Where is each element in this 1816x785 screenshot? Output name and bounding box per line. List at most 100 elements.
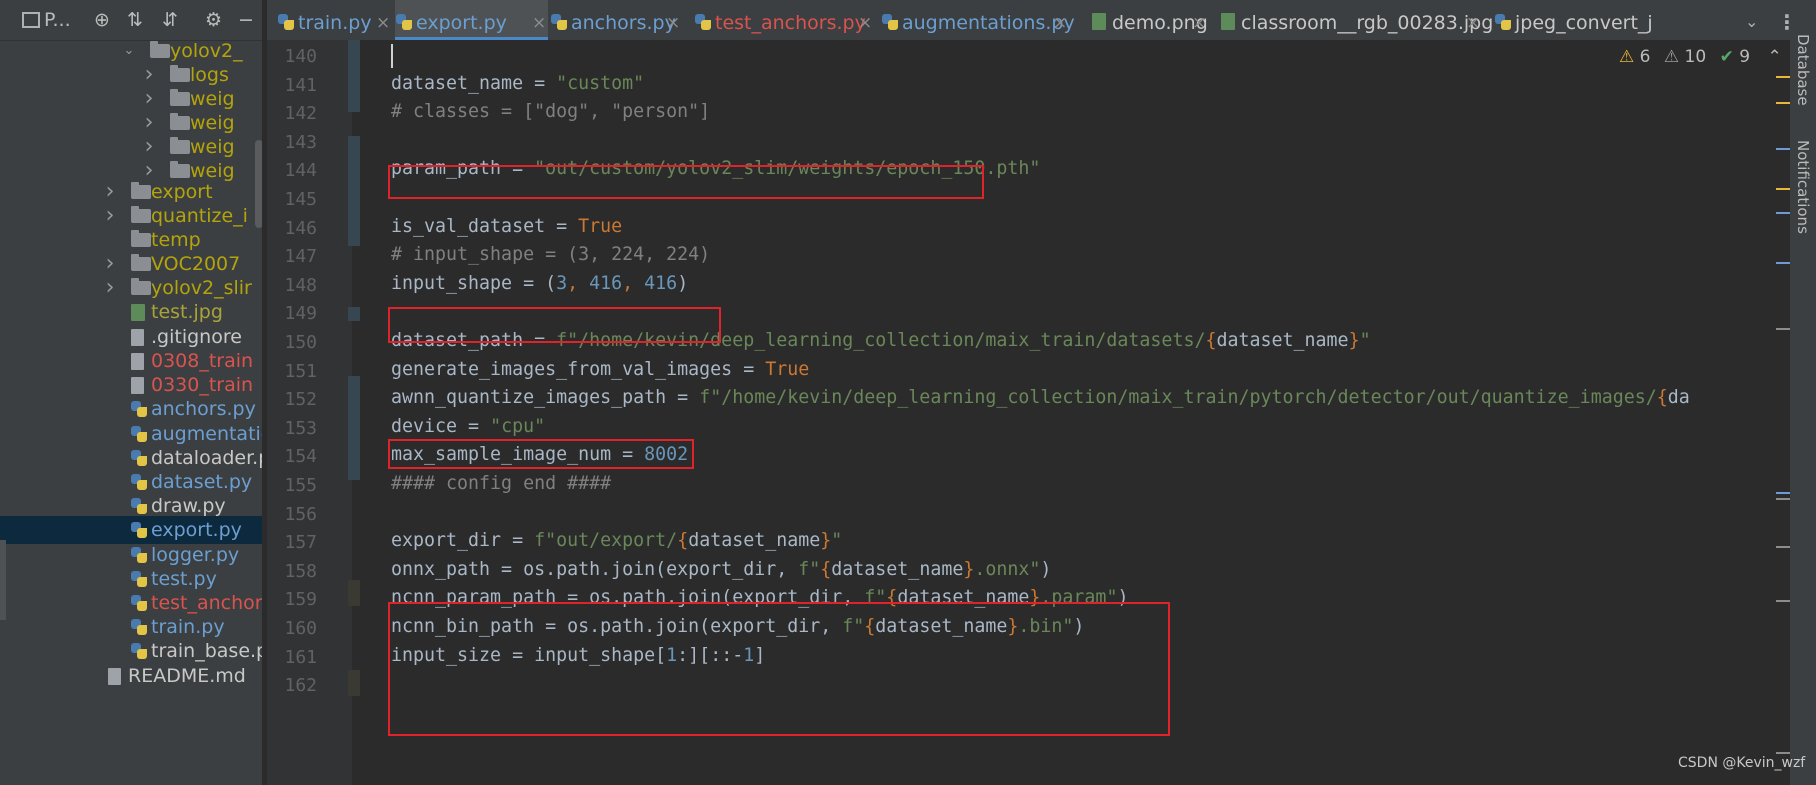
close-icon[interactable]: × — [858, 0, 872, 40]
code-line[interactable]: export_dir = f"out/export/{dataset_name}… — [391, 530, 842, 551]
highlight-box — [388, 439, 694, 469]
weak-warning-count: 10 — [1684, 47, 1707, 67]
tab-label: test_anchors.py — [715, 12, 866, 34]
previous-highlight-icon[interactable]: ⌃ — [1767, 47, 1781, 67]
tree-item-label: anchors.py — [151, 398, 256, 420]
text-caret — [391, 44, 393, 68]
error-stripe-mark[interactable] — [1776, 600, 1790, 602]
code-token: ) — [677, 272, 689, 294]
code-line[interactable]: input_shape = (3, 416, 416) — [391, 273, 688, 294]
project-panel-icon[interactable] — [22, 12, 40, 28]
code-editor[interactable]: 140 141 142 143 144 145 146 147 148 149 150 151 152 1… — [267, 40, 1790, 785]
hide-panel-icon[interactable]: − — [238, 8, 254, 32]
code-token: ) — [1040, 558, 1052, 580]
folder-icon — [131, 254, 151, 271]
file-item[interactable]: train_base.py — [0, 637, 267, 665]
collapse-all-icon[interactable]: ⇵ — [162, 8, 178, 32]
database-tool-tab[interactable]: Database — [1794, 34, 1812, 106]
editor-tab-bar: train.py × export.py × anchors.py × test_ancho… — [267, 0, 1816, 41]
folder-icon — [170, 89, 190, 106]
file-item[interactable]: anchors.py — [0, 395, 267, 423]
python-file-icon — [131, 595, 147, 611]
highlight-box — [388, 307, 721, 343]
locate-icon[interactable]: ⊕ — [94, 8, 110, 32]
error-stripe-mark[interactable] — [1776, 148, 1790, 150]
line-number: 149 — [284, 303, 317, 325]
code-token: is_val_dataset = — [391, 215, 579, 237]
error-stripe-mark[interactable] — [1776, 492, 1790, 494]
error-stripe-mark[interactable] — [1776, 262, 1790, 264]
line-number: 158 — [284, 560, 317, 582]
close-icon[interactable]: × — [376, 0, 390, 40]
chevron-down-icon[interactable]: ⌄ — [1745, 0, 1758, 40]
editor-tab[interactable]: demo.png × — [1091, 0, 1208, 40]
inspection-widget[interactable]: ⚠ 6 ⚠ 10 ✔ 9 ⌃ ⌄ — [1619, 44, 1790, 70]
code-line[interactable]: device = "cpu" — [391, 416, 545, 437]
highlight-box — [388, 165, 984, 199]
editor-tab[interactable]: classroom__rgb_00283.jpg × — [1220, 0, 1493, 40]
error-stripe-mark[interactable] — [1776, 188, 1790, 190]
code-line[interactable]: # input_shape = (3, 224, 224) — [391, 244, 710, 265]
error-stripe-mark[interactable] — [1776, 212, 1790, 214]
error-stripe-mark[interactable] — [1776, 102, 1790, 104]
error-stripe-mark[interactable] — [1776, 328, 1790, 330]
error-stripe-mark[interactable] — [1776, 752, 1790, 754]
left-tool-strip — [0, 540, 6, 620]
code-line[interactable]: is_val_dataset = True — [391, 216, 622, 237]
error-stripe-mark[interactable] — [1776, 498, 1790, 500]
line-number: 141 — [284, 74, 317, 96]
file-item[interactable]: test.jpg — [0, 298, 267, 326]
code-line[interactable]: generate_images_from_val_images = True — [391, 359, 809, 380]
change-marker[interactable] — [348, 670, 360, 696]
close-icon[interactable]: × — [1053, 0, 1067, 40]
change-marker[interactable] — [348, 376, 360, 480]
code-token: { — [1656, 387, 1668, 409]
tab-label: train.py — [298, 12, 372, 34]
close-icon[interactable]: × — [1466, 0, 1480, 40]
code-line[interactable]: awnn_quantize_images_path = f"/home/kevi… — [391, 387, 1690, 408]
tab-label: classroom__rgb_00283.jpg — [1241, 12, 1494, 34]
tree-item-label: README.md — [128, 665, 246, 687]
change-marker[interactable] — [348, 307, 360, 321]
editor-tab[interactable]: augmentations.py × — [881, 0, 1075, 40]
code-line[interactable]: dataset_name = "custom" — [391, 73, 644, 94]
change-marker[interactable] — [348, 580, 360, 606]
editor-tab[interactable]: jpeg_convert_j — [1494, 0, 1654, 40]
change-marker[interactable] — [348, 40, 360, 112]
close-icon[interactable]: × — [532, 0, 546, 40]
line-number-gutter: 140 141 142 143 144 145 146 147 148 149 150 151 152 1… — [267, 40, 360, 785]
project-panel-title[interactable]: P... — [44, 8, 71, 32]
python-file-icon — [131, 474, 147, 490]
folder-icon — [131, 230, 151, 247]
watermark: CSDN @Kevin_wzf — [1678, 755, 1806, 771]
text-file-icon — [131, 329, 144, 346]
tab-label: export.py — [416, 12, 507, 34]
file-item[interactable]: README.md — [0, 662, 267, 690]
code-line[interactable]: #### config end #### — [391, 473, 611, 494]
file-item[interactable]: export.py — [0, 516, 267, 544]
code-line[interactable]: onnx_path = os.path.join(export_dir, f"{… — [391, 559, 1051, 580]
code-line[interactable]: # classes = ["dog", "person"] — [391, 101, 710, 122]
code-token: 416 — [644, 272, 678, 294]
gear-icon[interactable]: ⚙ — [205, 8, 222, 32]
python-file-icon — [131, 401, 147, 417]
code-token: da — [1667, 387, 1690, 409]
line-number: 151 — [284, 360, 317, 382]
editor-tab[interactable]: test_anchors.py × — [694, 0, 874, 40]
python-file-icon — [131, 522, 147, 538]
error-stripe-mark[interactable] — [1776, 76, 1790, 78]
close-icon[interactable]: × — [1192, 0, 1206, 40]
code-token: True — [578, 215, 623, 237]
notifications-tool-tab[interactable]: Notifications — [1794, 140, 1812, 234]
editor-tab[interactable]: export.py × — [395, 0, 548, 40]
code-token: .onnx" — [974, 558, 1041, 580]
editor-tab[interactable]: train.py × — [277, 0, 392, 40]
close-icon[interactable]: × — [666, 0, 680, 40]
code-token: 416 — [589, 272, 623, 294]
error-stripe-mark[interactable] — [1776, 546, 1790, 548]
code-token: " — [1359, 330, 1371, 351]
expand-all-icon[interactable]: ⇅ — [127, 8, 143, 32]
code-token: = — [666, 387, 700, 409]
change-marker[interactable] — [348, 136, 360, 246]
editor-tab[interactable]: anchors.py × — [550, 0, 682, 40]
